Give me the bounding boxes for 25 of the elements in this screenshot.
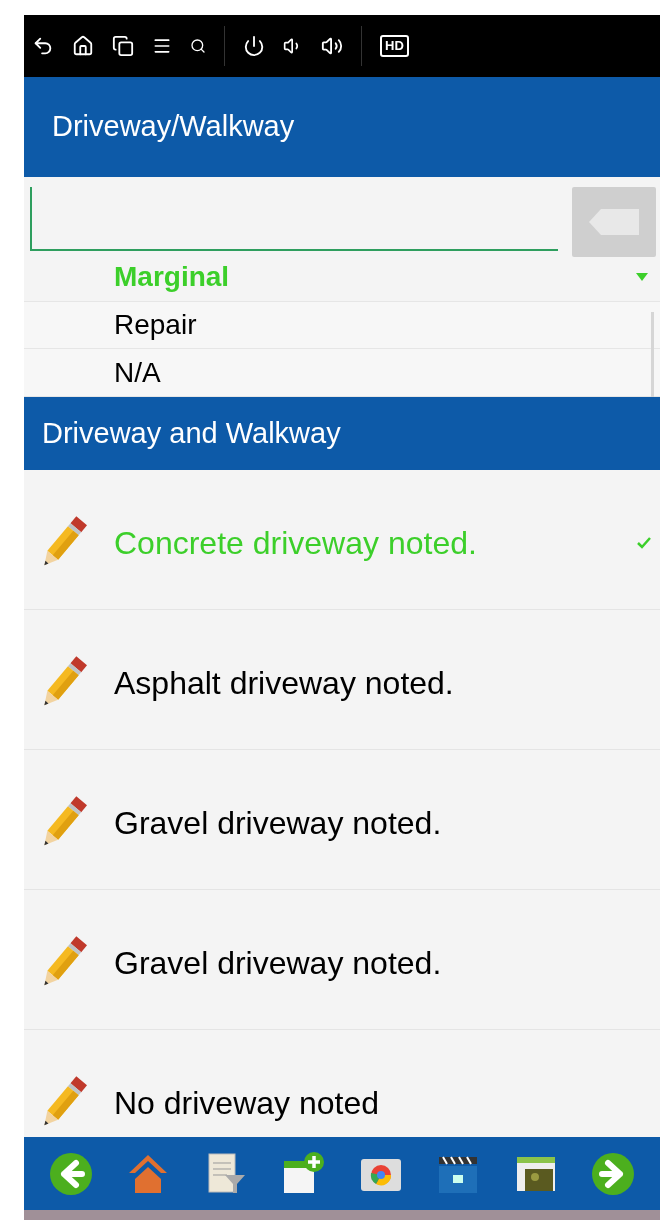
home-icon[interactable] xyxy=(72,35,94,57)
comment-row[interactable]: Gravel driveway noted. xyxy=(24,750,660,890)
backspace-icon xyxy=(589,209,639,235)
comment-text: No driveway noted xyxy=(114,1083,381,1123)
comment-text: Asphalt driveway noted. xyxy=(114,663,455,703)
check-icon xyxy=(636,535,652,550)
page-title: Driveway/Walkway xyxy=(52,109,295,145)
comment-row[interactable]: Asphalt driveway noted. xyxy=(24,610,660,750)
comment-text: Concrete driveway noted. xyxy=(114,523,478,563)
power-icon[interactable] xyxy=(243,35,265,57)
section-title: Driveway and Walkway xyxy=(42,415,341,451)
option-label: Repair xyxy=(114,308,198,342)
menu-icon[interactable] xyxy=(152,36,172,56)
option-label: Marginal xyxy=(114,262,231,295)
selected-marker-icon xyxy=(636,273,648,282)
search-icon[interactable] xyxy=(190,38,206,54)
comment-row[interactable]: Gravel driveway noted. xyxy=(24,890,660,1030)
recent-apps-icon[interactable] xyxy=(112,35,134,57)
volume-up-icon[interactable] xyxy=(321,35,343,57)
option-label: N/A xyxy=(114,355,162,390)
back-icon[interactable] xyxy=(32,35,54,57)
search-field[interactable] xyxy=(30,187,558,251)
comment-text: Gravel driveway noted. xyxy=(114,803,443,843)
comment-text: Gravel driveway noted. xyxy=(114,943,443,983)
hd-button[interactable]: HD xyxy=(380,35,409,57)
